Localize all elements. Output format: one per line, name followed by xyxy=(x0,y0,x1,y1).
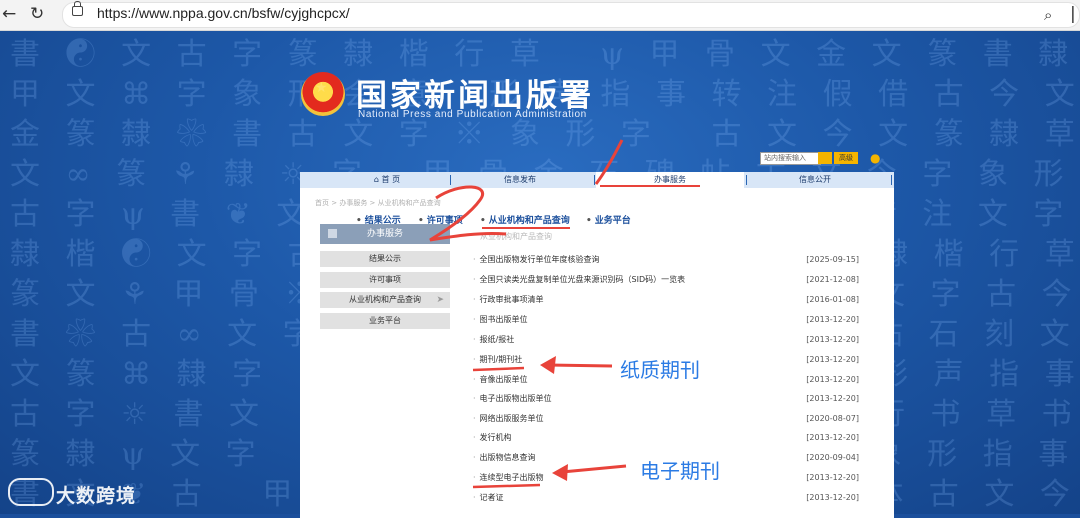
annotation-underline-journal xyxy=(472,366,525,372)
annotation-number-2 xyxy=(429,185,507,242)
annotation-overlay xyxy=(429,139,700,489)
annotation-electronic-journal: 电子期刊 xyxy=(640,459,720,483)
arrowhead-icon xyxy=(540,356,556,374)
annotation-arrow-paper xyxy=(547,363,613,368)
arrowhead-icon xyxy=(552,464,568,481)
watermark-text: 大数跨境 xyxy=(56,485,137,507)
annotation-stroke-1 xyxy=(594,139,624,185)
annotation-underline-ejournal xyxy=(472,483,541,489)
annotation-paper-journal: 纸质期刊 xyxy=(620,358,700,382)
watermark-logo-icon xyxy=(8,478,54,506)
annotation-arrow-electronic xyxy=(561,464,627,474)
